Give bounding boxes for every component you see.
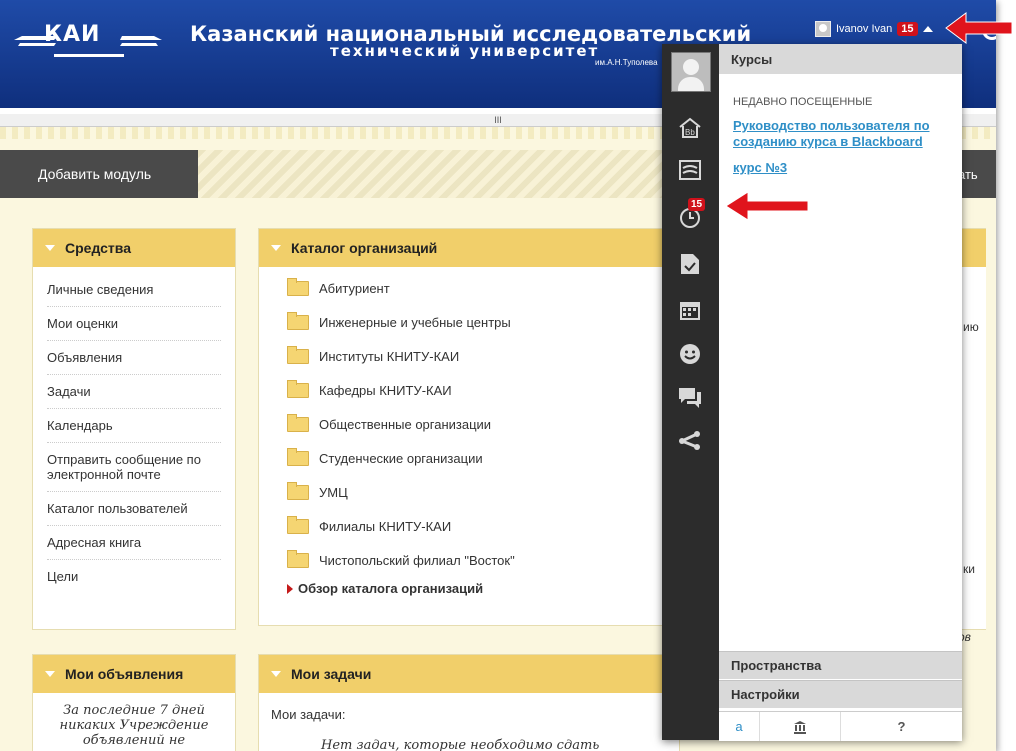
folder-icon (287, 549, 309, 568)
tools-module-header[interactable]: Средства (33, 229, 235, 267)
collapse-icon[interactable] (271, 245, 281, 251)
catalog-item[interactable]: УМЦ (287, 475, 651, 509)
catalog-item[interactable]: Филиалы КНИТУ-КАИ (287, 509, 651, 543)
right-fragment-2: ки (963, 562, 975, 576)
tasks-module-header[interactable]: Мои задачи (259, 655, 679, 693)
catalog-item[interactable]: Инженерные и учебные центры (287, 305, 651, 339)
tools-item-calendar[interactable]: Календарь (47, 409, 221, 443)
courses-icon[interactable] (678, 158, 702, 182)
smiley-icon[interactable] (678, 342, 702, 366)
app-window: КАИ Казанский национальный исследователь… (0, 0, 996, 751)
institution-icon[interactable] (760, 712, 841, 741)
recent-course-link[interactable]: Руководство пользователя по созданию кур… (733, 118, 952, 150)
messages-icon[interactable] (678, 386, 702, 410)
caret-up-icon (922, 26, 933, 32)
folder-icon (287, 311, 309, 330)
folder-icon (287, 277, 309, 296)
catalog-item[interactable]: Чистопольский филиал "Восток" (287, 543, 651, 577)
catalog-module: Каталог организаций Абитуриент Инженерны… (258, 228, 680, 626)
catalog-item-label: Абитуриент (319, 280, 390, 296)
tasks-label: Мои задачи: (271, 707, 346, 722)
menu-panel: Курсы НЕДАВНО ПОСЕЩЕННЫЕ Руководство пол… (719, 44, 962, 740)
global-nav-menu: Bb 15 Курсы НЕДАВНО ПОСЕЩЕННЫЕ Руководст… (662, 44, 962, 741)
tools-item-personal[interactable]: Личные сведения (47, 273, 221, 307)
catalog-item-label: УМЦ (319, 484, 348, 500)
menu-icon-rail: Bb 15 (662, 44, 719, 740)
catalog-item[interactable]: Абитуриент (287, 271, 651, 305)
tools-item-tasks[interactable]: Задачи (47, 375, 221, 409)
scroll-grip: III (494, 115, 502, 125)
notification-badge: 15 (897, 22, 918, 36)
spaces-section[interactable]: Пространства (719, 651, 962, 679)
tools-item-user-directory[interactable]: Каталог пользователей (47, 492, 221, 526)
catalog-item-label: Общественные организации (319, 416, 492, 432)
catalog-item-label: Чистопольский филиал "Восток" (319, 552, 515, 568)
add-module-button[interactable]: Добавить модуль (0, 150, 198, 198)
tools-item-grades[interactable]: Мои оценки (47, 307, 221, 341)
annotation-arrow-clock (725, 191, 809, 221)
recent-label: НЕДАВНО ПОСЕЩЕННЫЕ (733, 96, 873, 108)
catalog-item[interactable]: Кафедры КНИТУ-КАИ (287, 373, 651, 407)
announcements-empty-text: За последние 7 дней никаких Учреждение о… (59, 703, 209, 748)
tools-module: Средства Личные сведения Мои оценки Объя… (32, 228, 236, 630)
menu-footer: а ? (719, 711, 962, 741)
catalog-module-header[interactable]: Каталог организаций (259, 229, 679, 267)
catalog-item-label: Филиалы КНИТУ-КАИ (319, 518, 452, 534)
folder-icon (287, 481, 309, 500)
university-named-after: им.А.Н.Туполева (595, 58, 658, 67)
home-bb-icon[interactable]: Bb (678, 116, 702, 140)
folder-icon (287, 413, 309, 432)
help-button[interactable]: ? (841, 712, 962, 741)
folder-icon (287, 345, 309, 364)
user-name: Ivanov Ivan (836, 23, 893, 35)
calendar-icon[interactable] (678, 298, 702, 322)
toolbar-background (198, 150, 678, 198)
catalog-item-label: Институты КНИТУ-КАИ (319, 348, 460, 364)
tasks-module: Мои задачи Мои задачи: Нет задач, которы… (258, 654, 680, 751)
collapse-icon[interactable] (271, 671, 281, 677)
tools-item-announcements[interactable]: Объявления (47, 341, 221, 375)
browse-catalog-label: Обзор каталога организаций (298, 581, 484, 596)
footer-link-partial[interactable]: а (719, 712, 760, 741)
announcements-module: Мои объявления За последние 7 дней никак… (32, 654, 236, 751)
tools-item-goals[interactable]: Цели (47, 560, 221, 593)
recent-course-link[interactable]: курс №3 (733, 160, 952, 176)
tasks-module-title: Мои задачи (291, 666, 372, 682)
catalog-item-label: Инженерные и учебные центры (319, 314, 511, 330)
catalog-item[interactable]: Институты КНИТУ-КАИ (287, 339, 651, 373)
annotation-arrow-top (945, 12, 1013, 44)
university-subtitle: технический университет (330, 42, 600, 60)
catalog-module-title: Каталог организаций (291, 240, 438, 256)
grades-doc-icon[interactable] (678, 252, 702, 276)
updates-badge: 15 (688, 198, 706, 211)
collapse-icon[interactable] (45, 245, 55, 251)
catalog-item-label: Студенческие организации (319, 450, 483, 466)
folder-icon (287, 515, 309, 534)
logo-text: КАИ (44, 22, 101, 47)
browse-catalog-link[interactable]: Обзор каталога организаций (287, 581, 651, 596)
network-icon[interactable] (678, 428, 702, 452)
catalog-item[interactable]: Общественные организации (287, 407, 651, 441)
catalog-item-label: Кафедры КНИТУ-КАИ (319, 382, 452, 398)
settings-section[interactable]: Настройки (719, 680, 962, 708)
arrow-right-icon (287, 583, 293, 594)
folder-icon (287, 447, 309, 466)
user-menu-toggle[interactable]: Ivanov Ivan 15 (815, 19, 933, 39)
user-avatar-icon (815, 21, 831, 37)
tools-module-title: Средства (65, 240, 132, 256)
profile-avatar-icon[interactable] (671, 52, 711, 92)
svg-text:Bb: Bb (685, 128, 695, 137)
courses-header: Курсы (719, 44, 962, 74)
collapse-icon[interactable] (45, 671, 55, 677)
tasks-empty-text: Нет задач, которые необходимо сдать (321, 738, 600, 751)
tools-item-send-email[interactable]: Отправить сообщение по электронной почте (47, 443, 221, 492)
announcements-module-header[interactable]: Мои объявления (33, 655, 235, 693)
folder-icon (287, 379, 309, 398)
announcements-module-title: Мои объявления (65, 666, 184, 682)
tools-item-address-book[interactable]: Адресная книга (47, 526, 221, 560)
catalog-item[interactable]: Студенческие организации (287, 441, 651, 475)
right-fragment-1: ию (963, 320, 979, 334)
